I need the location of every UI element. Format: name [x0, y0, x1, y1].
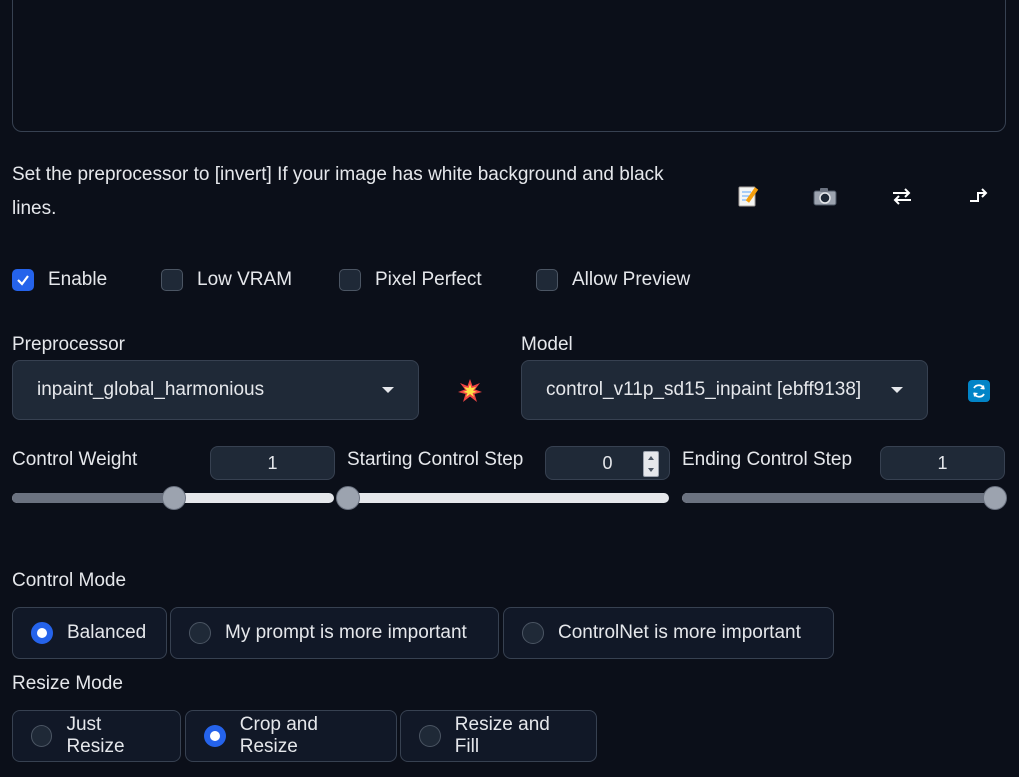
radio-label: ControlNet is more important — [558, 622, 801, 643]
starting-step-value: 0 — [602, 452, 613, 473]
control-mode-option[interactable]: ControlNet is more important — [503, 607, 834, 659]
radio-label: Crop and Resize — [239, 714, 318, 757]
refresh-models-button[interactable] — [968, 380, 990, 402]
control-weight-label: Control Weight — [12, 449, 138, 470]
checkbox-box[interactable] — [339, 269, 361, 291]
explosion-icon — [458, 379, 482, 402]
edit-button[interactable] — [728, 176, 768, 216]
swap-icon — [893, 188, 911, 205]
number-stepper[interactable] — [643, 451, 659, 477]
send-icon — [970, 188, 988, 202]
allow-preview-checkbox[interactable]: Allow Preview — [536, 266, 690, 294]
run-preprocessor-button[interactable] — [450, 371, 490, 411]
model-label: Model — [521, 334, 573, 355]
starting-step-slider[interactable] — [336, 486, 669, 510]
control-weight-input[interactable]: 1 — [210, 446, 335, 480]
resize-mode-option[interactable]: Resize and Fill — [400, 710, 597, 762]
send-button[interactable] — [959, 176, 999, 216]
preprocessor-label: Preprocessor — [12, 334, 125, 355]
model-dropdown[interactable]: control_v11p_sd15_inpaint [ebff9138] — [521, 360, 928, 420]
radio-dot[interactable] — [522, 622, 544, 644]
resize-mode-option[interactable]: Just Resize — [12, 710, 181, 762]
chevron-down-icon — [382, 387, 394, 393]
radio-label: My prompt is more important — [225, 622, 467, 643]
checkbox-label: Low VRAM — [197, 269, 293, 290]
chevron-down-icon — [891, 387, 903, 393]
resize-mode-label: Resize Mode — [12, 673, 123, 694]
model-value: control_v11p_sd15_inpaint [ebff9138] — [546, 379, 862, 400]
checkbox-label: Enable — [48, 269, 108, 290]
radio-label: Balanced — [67, 622, 147, 643]
ending-step-label: Ending Control Step — [682, 449, 853, 470]
edit-icon — [738, 186, 759, 207]
slider-fill — [12, 493, 173, 503]
resize-mode-option[interactable]: Crop and Resize — [185, 710, 397, 762]
radio-dot[interactable] — [31, 622, 53, 644]
radio-dot[interactable] — [189, 622, 211, 644]
camera-button[interactable] — [805, 176, 845, 216]
checkbox-box[interactable] — [536, 269, 558, 291]
swap-button[interactable] — [882, 176, 922, 216]
preprocessor-dropdown[interactable]: inpaint_global_harmonious — [12, 360, 419, 420]
control-mode-option[interactable]: Balanced — [12, 607, 167, 659]
preprocessor-hint: Set the preprocessor to [invert] If your… — [12, 164, 664, 219]
refresh-icon — [973, 384, 985, 398]
slider-thumb[interactable] — [336, 486, 360, 510]
checkbox-label: Allow Preview — [572, 269, 691, 290]
checkbox-box[interactable] — [12, 269, 34, 291]
check-icon — [17, 275, 29, 286]
preprocessor-value: inpaint_global_harmonious — [37, 379, 265, 400]
checkbox-label: Pixel Perfect — [375, 269, 482, 290]
stepper-down-icon[interactable] — [648, 468, 654, 472]
ending-step-slider[interactable] — [682, 486, 1007, 510]
low-vram-checkbox[interactable]: Low VRAM — [161, 266, 292, 294]
slider-fill — [682, 493, 994, 503]
starting-step-label: Starting Control Step — [347, 449, 524, 470]
checkbox-box[interactable] — [161, 269, 183, 291]
ending-step-input[interactable]: 1 — [880, 446, 1005, 480]
control-mode-option[interactable]: My prompt is more important — [170, 607, 499, 659]
slider-thumb[interactable] — [162, 486, 186, 510]
radio-dot[interactable] — [204, 725, 226, 747]
control-weight-slider[interactable] — [12, 486, 334, 510]
camera-icon — [813, 188, 837, 206]
prompt-textarea[interactable] — [12, 0, 1006, 132]
control-mode-label: Control Mode — [12, 570, 127, 591]
radio-dot[interactable] — [31, 725, 53, 747]
stepper-up-icon[interactable] — [648, 456, 654, 460]
pixel-perfect-checkbox[interactable]: Pixel Perfect — [339, 266, 482, 294]
slider-track — [347, 493, 669, 503]
slider-thumb[interactable] — [983, 486, 1007, 510]
radio-label: Resize and Fill — [454, 714, 550, 757]
radio-label: Just Resize — [66, 714, 125, 757]
starting-step-input[interactable]: 0 — [545, 446, 670, 480]
enable-checkbox[interactable]: Enable — [12, 266, 107, 294]
radio-dot[interactable] — [419, 725, 441, 747]
